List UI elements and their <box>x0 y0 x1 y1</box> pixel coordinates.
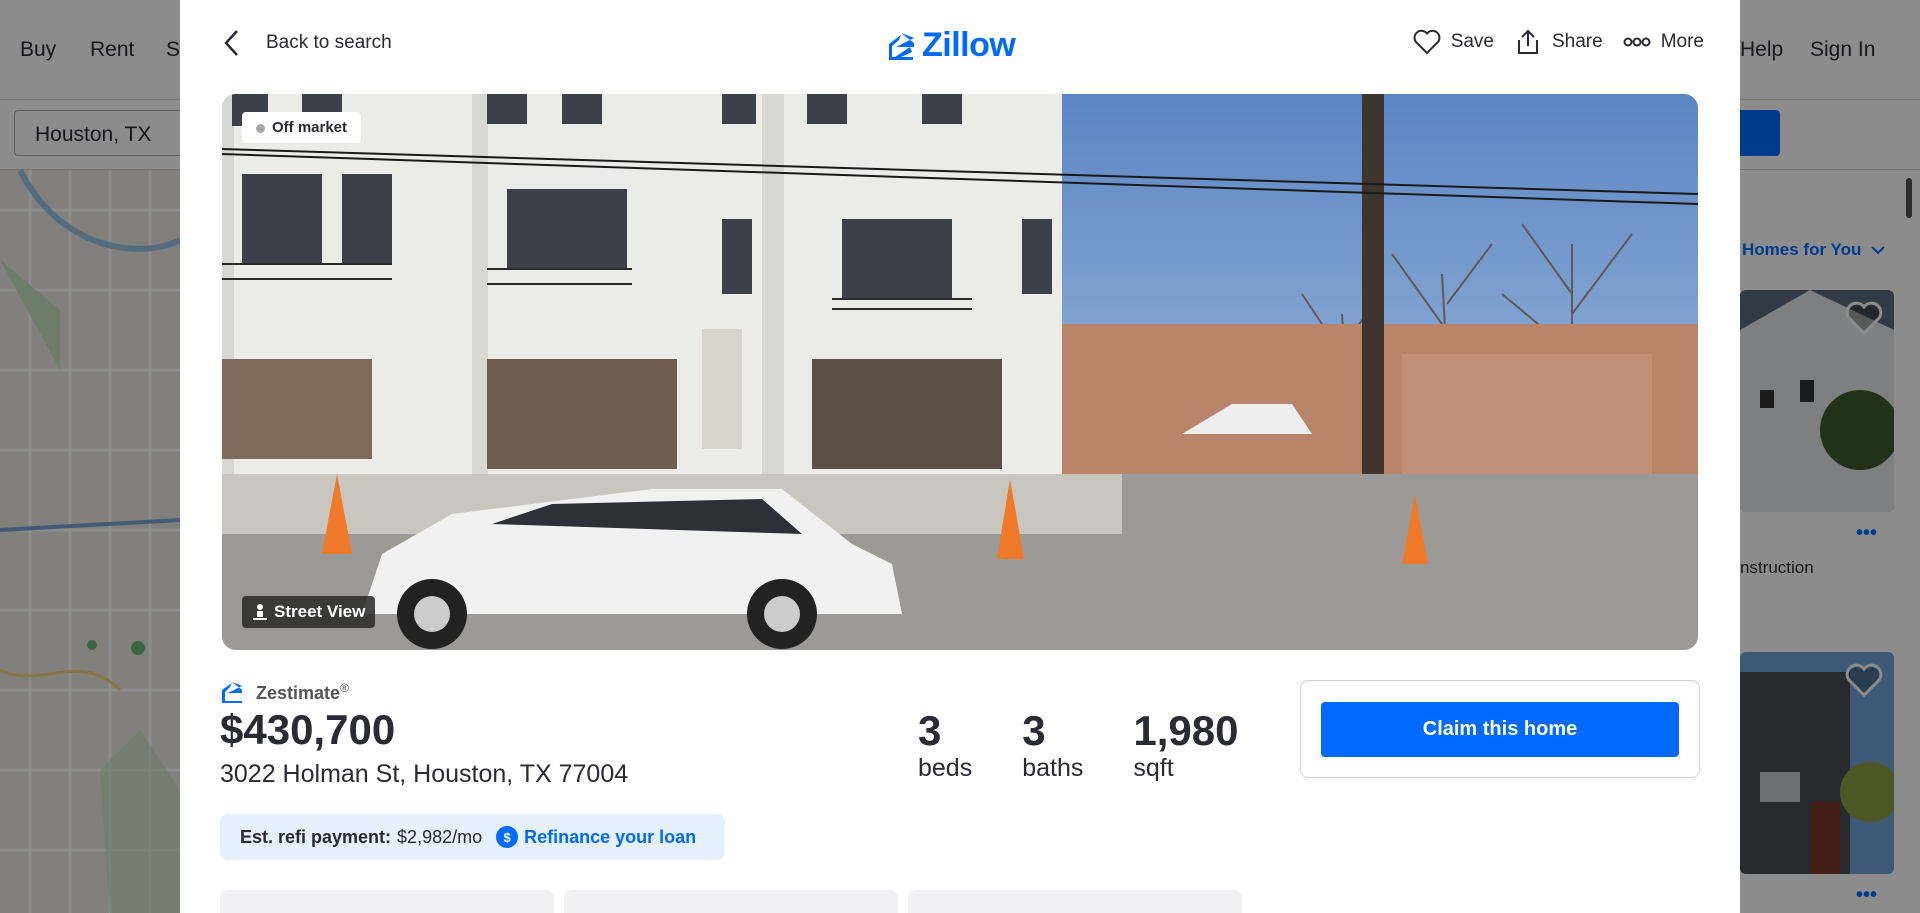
zillow-logo-icon <box>889 32 914 60</box>
beds-label: beds <box>918 754 973 783</box>
status-badge: Off market <box>242 112 362 143</box>
refi-label: Est. refi payment: <box>240 826 392 847</box>
zestimate-row: Zestimate® <box>220 680 349 704</box>
baths-fact: 3 baths <box>1022 707 1084 783</box>
heart-icon <box>1413 29 1441 55</box>
chevron-left-icon <box>224 30 238 56</box>
claim-home-panel: Claim this home <box>1300 680 1700 778</box>
price: $430,700 <box>220 706 396 753</box>
back-to-search-button[interactable]: Back to search <box>222 28 392 58</box>
beds-fact: 3 beds <box>918 707 973 783</box>
zestimate-label[interactable]: Zestimate® <box>256 681 349 704</box>
back-to-search-label: Back to search <box>266 32 392 53</box>
modal-header: Back to search Zillow Save Share More <box>180 0 1740 92</box>
more-button[interactable]: More <box>1623 31 1704 53</box>
property-detail-modal: Back to search Zillow Save Share More Of… <box>180 0 1740 913</box>
save-label: Save <box>1450 31 1494 52</box>
street-view-label: Street View <box>274 602 366 621</box>
refi-banner: Est. refi payment: $2,982/mo $ Refinance… <box>220 814 725 860</box>
sqft-fact: 1,980 sqft <box>1133 707 1239 783</box>
fact-chip <box>908 890 1242 913</box>
dollar-icon: $ <box>496 826 519 848</box>
baths-label: baths <box>1022 754 1084 783</box>
header-actions: Save Share More <box>1413 28 1704 56</box>
more-label: More <box>1660 31 1704 52</box>
baths-value: 3 <box>1022 707 1046 754</box>
save-button[interactable]: Save <box>1413 29 1494 55</box>
share-label: Share <box>1552 31 1603 52</box>
share-icon <box>1518 29 1538 54</box>
share-button[interactable]: Share <box>1514 28 1603 56</box>
beds-value: 3 <box>918 707 942 754</box>
zestimate-label-text: Zestimate <box>256 682 341 703</box>
home-facts: 3 beds 3 baths 1,980 sqft <box>918 707 1239 783</box>
street-view-image <box>222 94 1698 650</box>
refi-value: $2,982/mo <box>397 826 483 847</box>
refinance-link[interactable]: Refinance your loan <box>524 827 696 848</box>
address: 3022 Holman St, Houston, TX 77004 <box>220 760 629 788</box>
zillow-logo-text: Zillow <box>922 26 1016 64</box>
more-dots-icon <box>1623 37 1651 47</box>
street-view-button[interactable]: Street View <box>242 596 376 628</box>
zillow-logo[interactable]: Zillow <box>886 26 1016 65</box>
fact-chip <box>564 890 898 913</box>
pegman-icon <box>253 604 267 620</box>
claim-this-home-button[interactable]: Claim this home <box>1321 702 1679 757</box>
property-photo[interactable]: Off market Street View <box>222 94 1698 650</box>
sqft-label: sqft <box>1133 754 1174 783</box>
fact-chip <box>220 890 554 913</box>
registered-mark: ® <box>340 680 349 695</box>
sqft-value: 1,980 <box>1133 707 1239 754</box>
zillow-z-icon <box>222 682 242 703</box>
